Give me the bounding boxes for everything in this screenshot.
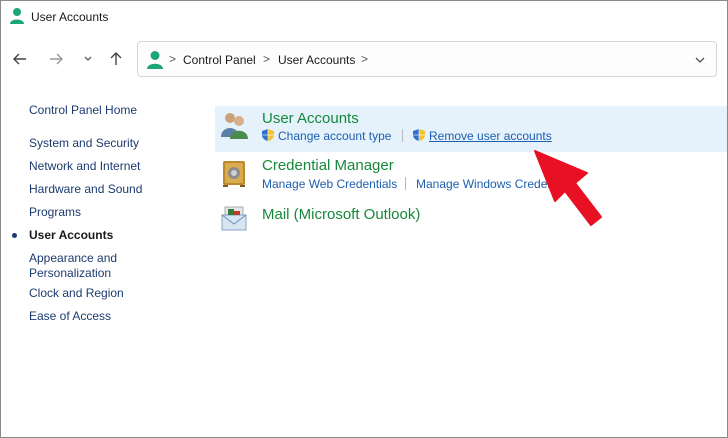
annotation-arrow-icon <box>534 150 602 226</box>
uac-shield-icon <box>413 129 425 141</box>
sidebar-item-network-internet[interactable]: Network and Internet <box>29 159 140 174</box>
back-button[interactable] <box>9 48 31 70</box>
sidebar-item-programs[interactable]: Programs <box>29 205 81 220</box>
navigation-bar: > Control Panel > User Accounts > <box>1 41 727 79</box>
vault-icon <box>223 161 245 187</box>
active-bullet <box>12 233 17 238</box>
arrow-up-icon <box>110 52 122 65</box>
title-bar: User Accounts <box>1 1 727 33</box>
breadcrumb-separator: > <box>263 52 271 66</box>
up-button[interactable] <box>105 48 127 70</box>
arrow-left-icon <box>13 53 26 65</box>
sidebar-item-ease-of-access[interactable]: Ease of Access <box>29 309 111 324</box>
sidebar-control-panel-home[interactable]: Control Panel Home <box>29 103 137 118</box>
user-accounts-icon <box>147 51 163 69</box>
sidebar-item-clock-region[interactable]: Clock and Region <box>29 286 124 301</box>
sidebar-item-hardware-sound[interactable]: Hardware and Sound <box>29 182 142 197</box>
uac-shield-icon <box>262 129 274 141</box>
category-title-mail[interactable]: Mail (Microsoft Outlook) <box>262 206 420 223</box>
category-title-user-accounts[interactable]: User Accounts <box>262 110 359 127</box>
task-separator <box>405 177 406 190</box>
breadcrumb-separator: > <box>169 52 177 66</box>
sidebar-item-appearance[interactable]: Appearance and <box>29 251 117 266</box>
mail-icon <box>221 206 247 231</box>
breadcrumb-control-panel[interactable]: Control Panel <box>183 53 256 67</box>
breadcrumb-separator: > <box>361 52 369 66</box>
recent-locations-button[interactable] <box>77 48 99 70</box>
chevron-down-icon <box>84 56 92 61</box>
sidebar-item-user-accounts[interactable]: User Accounts <box>29 228 113 243</box>
window-title: User Accounts <box>31 10 109 24</box>
task-manage-web-credentials[interactable]: Manage Web Credentials <box>262 177 397 191</box>
address-bar[interactable]: > Control Panel > User Accounts > <box>137 41 717 77</box>
user-accounts-icon <box>10 8 24 24</box>
task-change-account-type[interactable]: Change account type <box>278 129 391 143</box>
window-frame: User Accounts > Control Panel > User Acc… <box>0 0 728 438</box>
task-separator <box>402 129 403 142</box>
users-icon <box>221 113 248 139</box>
arrow-right-icon <box>50 53 63 65</box>
forward-button[interactable] <box>45 48 67 70</box>
breadcrumb-user-accounts[interactable]: User Accounts <box>278 53 355 67</box>
category-title-credential-manager[interactable]: Credential Manager <box>262 157 394 174</box>
sidebar-item-personalization[interactable]: Personalization <box>29 266 111 281</box>
chevron-down-icon[interactable] <box>694 54 706 66</box>
sidebar-item-system-security[interactable]: System and Security <box>29 136 139 151</box>
